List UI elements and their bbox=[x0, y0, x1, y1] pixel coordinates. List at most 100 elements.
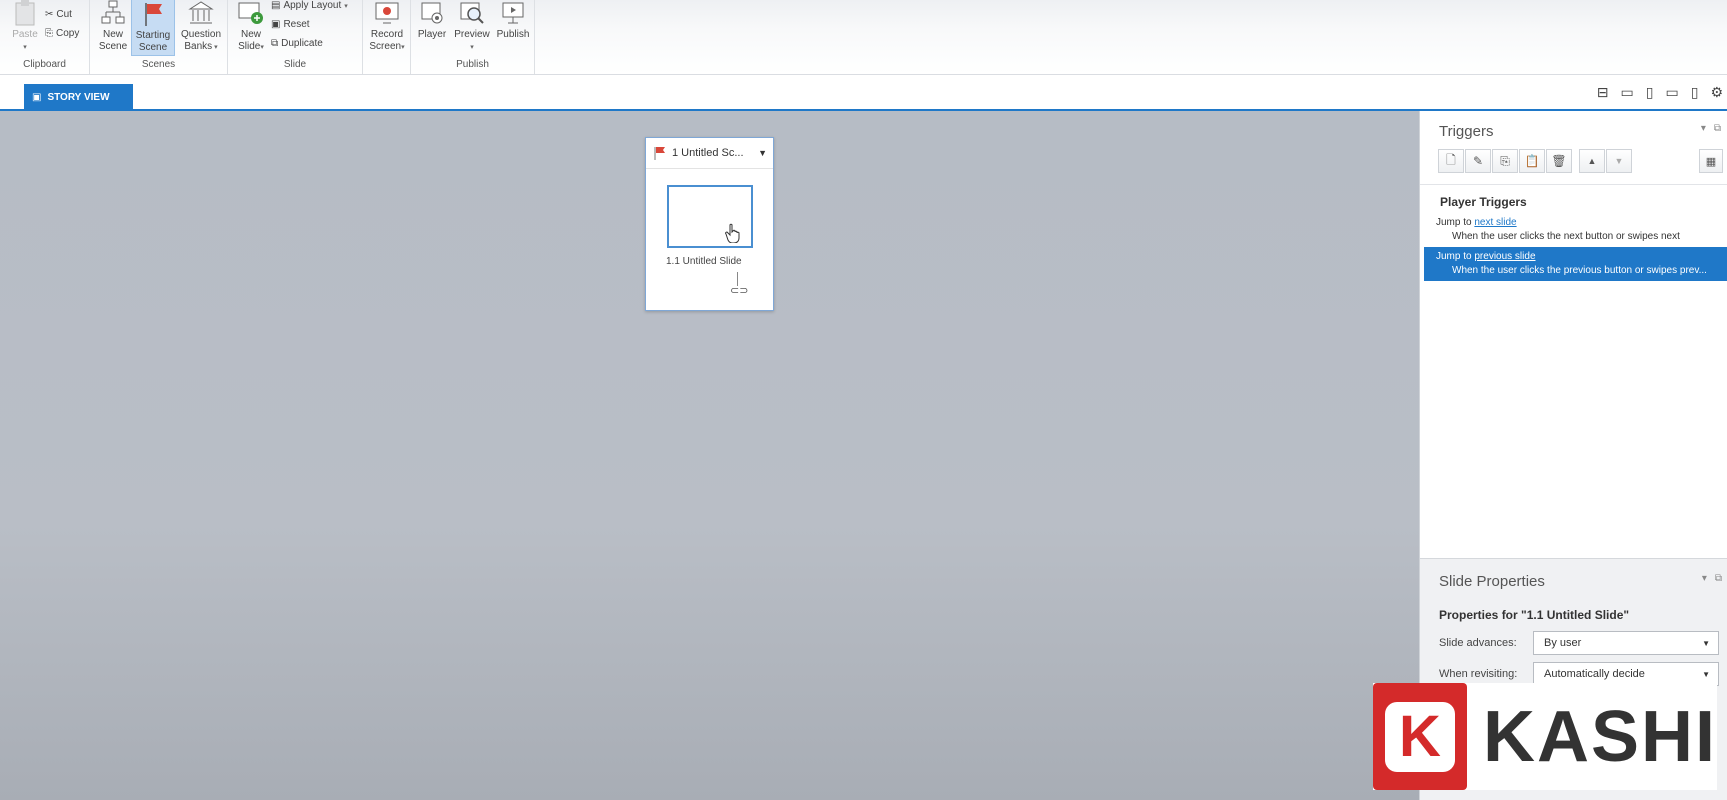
player-label: Player bbox=[417, 29, 447, 40]
copy-trigger-button[interactable]: ⎘ bbox=[1492, 149, 1518, 173]
starting-scene-flag-icon bbox=[654, 147, 665, 160]
record-screen-button[interactable]: Record Screen▾ bbox=[367, 0, 407, 54]
apply-layout-caret-icon: ▾ bbox=[344, 2, 348, 10]
slide-advances-select[interactable]: By user ▼ bbox=[1533, 631, 1719, 655]
laptop-icon[interactable]: ⊟ bbox=[1597, 85, 1609, 99]
edit-icon: ✎ bbox=[1472, 154, 1484, 168]
gear-icon[interactable]: ⚙ bbox=[1710, 85, 1723, 99]
copy-button[interactable]: ⎘ Copy bbox=[45, 28, 79, 39]
chevron-down-icon: ▼ bbox=[1702, 669, 1710, 679]
new-slide-label-2: Slide bbox=[238, 41, 261, 52]
preview-magnifier-icon bbox=[460, 2, 484, 24]
move-trigger-down-button[interactable]: ▼ bbox=[1606, 149, 1632, 173]
tab-story-view[interactable]: ▣ STORY VIEW bbox=[24, 84, 133, 111]
new-scene-icon bbox=[101, 0, 125, 24]
scenes-group: New Scene Starting Scene Question Banks ▾ S… bbox=[90, 0, 228, 74]
paste-label: Paste bbox=[12, 29, 38, 40]
record-screen-label-1: Record bbox=[370, 29, 404, 40]
starting-scene-label-1: Starting bbox=[135, 30, 171, 41]
publish-group-label: Publish bbox=[456, 59, 489, 70]
publish-button[interactable]: Publish bbox=[494, 0, 532, 41]
new-scene-button[interactable]: New Scene bbox=[96, 0, 130, 53]
tablet-landscape-icon[interactable]: ▭ bbox=[1621, 85, 1634, 99]
logo-letter: K bbox=[1384, 701, 1455, 772]
slide-label: 1.1 Untitled Slide bbox=[666, 256, 742, 267]
reset-button[interactable]: ▣ Reset bbox=[271, 19, 310, 30]
device-preview-icons: ⊟ ▭ ▯ ▭ ▯ ⚙ bbox=[1597, 85, 1723, 99]
record-group: Record Screen▾ bbox=[363, 0, 411, 74]
slide-properties-restore-icon[interactable]: ⧉ bbox=[1715, 573, 1722, 584]
question-banks-label-2: Banks bbox=[184, 41, 213, 52]
trigger-action: Jump to bbox=[1436, 217, 1475, 228]
new-slide-caret-icon: ▾ bbox=[260, 44, 264, 51]
when-revisiting-label: When revisiting: bbox=[1439, 668, 1518, 680]
trigger-action: Jump to bbox=[1436, 251, 1475, 262]
triggers-panel-dropdown-icon[interactable]: ▾ bbox=[1701, 123, 1706, 134]
scene-title: 1 Untitled Sc... bbox=[672, 147, 744, 159]
triggers-panel-header: Triggers ▾ ⧉ bbox=[1420, 111, 1727, 149]
trigger-condition: When the user clicks the previous button… bbox=[1452, 265, 1707, 276]
trigger-target-link[interactable]: previous slide bbox=[1474, 251, 1535, 262]
duplicate-button[interactable]: ⧉ Duplicate bbox=[271, 38, 323, 49]
starting-scene-label-2: Scene bbox=[138, 42, 168, 53]
slide-group-label: Slide bbox=[283, 59, 307, 70]
arrow-down-icon: ▼ bbox=[1614, 156, 1624, 166]
link-icon: ⊂⊃ bbox=[730, 285, 749, 297]
edit-trigger-button[interactable]: ✎ bbox=[1465, 149, 1491, 173]
logo-mark: K bbox=[1373, 683, 1467, 790]
question-banks-caret-icon: ▾ bbox=[212, 44, 218, 51]
triggers-panel-title: Triggers bbox=[1439, 123, 1494, 140]
publish-group: Player Preview ▾ Publish Publish bbox=[411, 0, 535, 74]
player-button[interactable]: Player bbox=[414, 0, 450, 41]
copy-icon: ⎘ bbox=[45, 28, 53, 39]
scene-card[interactable]: 1 Untitled Sc... ▼ 1.1 Untitled Slide ⊂⊃ bbox=[645, 137, 774, 311]
new-slide-label-1: New bbox=[240, 29, 261, 40]
paste-trigger-button[interactable]: 📋 bbox=[1519, 149, 1545, 173]
chevron-down-icon: ▼ bbox=[1702, 638, 1710, 648]
preview-caret-icon: ▾ bbox=[470, 44, 474, 51]
copy-label: Copy bbox=[56, 28, 80, 39]
reset-icon: ▣ bbox=[271, 19, 281, 30]
scene-header[interactable]: 1 Untitled Sc... ▼ bbox=[646, 138, 773, 169]
triggers-panel-restore-icon[interactable]: ⧉ bbox=[1714, 123, 1721, 134]
delete-trigger-button[interactable]: 🗑 bbox=[1546, 149, 1572, 173]
trigger-item-selected[interactable]: Jump to previous slide When the user cli… bbox=[1424, 247, 1727, 281]
trigger-target-link[interactable]: next slide bbox=[1474, 217, 1516, 228]
move-trigger-up-button[interactable]: ▲ bbox=[1579, 149, 1605, 173]
triggers-panel-controls: ▾ ⧉ bbox=[1701, 123, 1721, 134]
scene-menu-chevron-down-icon[interactable]: ▼ bbox=[758, 148, 767, 158]
reset-label: Reset bbox=[283, 19, 310, 30]
hand-cursor-icon bbox=[725, 223, 740, 243]
tablet-portrait-icon[interactable]: ▯ bbox=[1646, 85, 1654, 99]
story-view-icon: ▣ bbox=[32, 92, 42, 103]
duplicate-label: Duplicate bbox=[281, 38, 323, 49]
properties-heading: Properties for "1.1 Untitled Slide" bbox=[1439, 608, 1630, 622]
record-screen-label-2: Screen bbox=[369, 41, 402, 52]
preview-button[interactable]: Preview ▾ bbox=[453, 0, 491, 54]
trigger-item[interactable]: Jump to next slide When the user clicks … bbox=[1420, 213, 1727, 247]
publish-label: Publish bbox=[496, 29, 530, 40]
new-slide-button[interactable]: New Slide▾ bbox=[234, 0, 268, 54]
apply-layout-button[interactable]: ▤ Apply Layout ▾ bbox=[271, 0, 348, 11]
starting-scene-button[interactable]: Starting Scene bbox=[131, 0, 175, 56]
new-trigger-button[interactable]: 🗋 bbox=[1438, 149, 1464, 173]
phone-portrait-icon[interactable]: ▯ bbox=[1691, 85, 1699, 99]
phone-landscape-icon[interactable]: ▭ bbox=[1665, 85, 1678, 99]
slide-thumbnail[interactable] bbox=[667, 185, 753, 248]
trigger-properties-button[interactable]: ▦ bbox=[1699, 149, 1723, 173]
cut-button[interactable]: ✂ Cut bbox=[45, 9, 72, 20]
ribbon: Paste ▾ ✂ Cut ⎘ Copy Clipboard New Scene Sta… bbox=[0, 0, 1727, 75]
view-tab-strip: ▣ STORY VIEW ⊟ ▭ ▯ ▭ ▯ ⚙ bbox=[0, 75, 1727, 111]
slide-advances-value: By user bbox=[1544, 637, 1582, 649]
slide-properties-dropdown-icon[interactable]: ▾ bbox=[1702, 573, 1707, 584]
question-banks-button[interactable]: Question Banks ▾ bbox=[177, 0, 225, 54]
slide-properties-header: Slide Properties ▾ ⧉ bbox=[1420, 559, 1727, 597]
apply-layout-label: Apply Layout bbox=[283, 0, 342, 11]
duplicate-icon: ⧉ bbox=[271, 38, 279, 49]
flag-icon bbox=[145, 3, 162, 26]
layout-icon: ▤ bbox=[271, 0, 281, 11]
paste-button[interactable]: Paste ▾ bbox=[8, 0, 42, 54]
when-revisiting-value: Automatically decide bbox=[1544, 668, 1645, 680]
player-triggers-heading: Player Triggers bbox=[1440, 195, 1527, 209]
calendar-icon: ▦ bbox=[1705, 155, 1717, 168]
